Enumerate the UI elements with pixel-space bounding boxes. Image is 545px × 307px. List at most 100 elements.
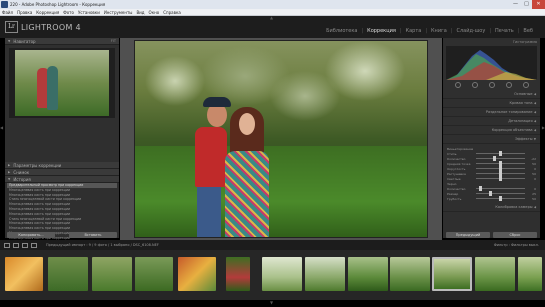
slider-knob[interactable] [479,186,483,191]
slider-knob[interactable] [489,191,493,196]
main-photo[interactable] [134,40,428,238]
slider-knob[interactable] [499,196,502,201]
slider-value[interactable]: 50 [528,197,536,201]
panel-camera-calibration[interactable]: Калибровка камеры ◀ [443,203,540,212]
panel-basic[interactable]: Основные ◀ [443,90,540,99]
history-title: История [13,176,31,182]
paste-button[interactable]: Вставить [69,232,117,238]
slider-value[interactable]: 0 [528,167,536,171]
filter-label: Фильтр : Фильтры выкл. [493,243,539,247]
close-button[interactable]: ✕ [532,0,545,9]
menu-tools[interactable]: Инструменты [104,10,133,15]
slider-track[interactable] [476,176,525,181]
filmstrip-thumbnail[interactable] [135,257,173,291]
slider-value[interactable]: 50 [528,162,536,166]
filmstrip-thumbnail[interactable] [348,257,388,291]
window-titlebar: 220 - Adobe Photoshop Lightroom - Коррек… [0,0,545,9]
second-window-icon[interactable] [4,242,10,248]
reset-button[interactable]: Сброс [493,232,537,238]
menu-settings[interactable]: Установки [78,10,100,15]
snapshots-header[interactable]: ▶ Снимок [5,169,119,176]
menu-develop[interactable]: Коррекция [36,10,59,15]
filmstrip-thumbnail[interactable] [475,257,515,291]
filmstrip-thumbnail[interactable] [226,257,250,291]
forward-arrow-icon[interactable] [31,242,37,248]
panel-tone-curve[interactable]: Кривая тона ◀ [443,99,540,108]
collapse-left-panel-icon[interactable]: ◀ [0,125,3,130]
module-print[interactable]: Печать [495,28,514,34]
filmstrip-thumbnail[interactable] [178,257,216,291]
filmstrip-thumbnail[interactable] [92,257,132,291]
top-panel: ▲ Lr LIGHTROOM 4 Библиотека | Коррекция … [0,16,545,38]
maximize-button[interactable]: □ [521,0,532,9]
slider-value[interactable]: 0 [528,177,536,181]
crop-tool-icon[interactable] [454,82,461,88]
slider-track[interactable] [476,171,525,176]
menu-file[interactable]: Файл [2,10,13,15]
slider-knob[interactable] [499,151,502,156]
module-library[interactable]: Библиотека [326,28,357,34]
slider-value[interactable]: 50 [528,172,536,176]
module-web[interactable]: Веб [523,28,533,34]
slider-knob[interactable] [499,176,502,181]
filmstrip-thumbnail[interactable] [262,257,302,291]
slider-value[interactable]: 25 [528,192,536,196]
slider-track[interactable] [476,166,525,171]
menu-view[interactable]: Вид [136,10,144,15]
module-map[interactable]: Карта [406,28,422,34]
slider-label: Средняя точка [447,161,471,166]
histogram-header[interactable]: Гистограмма [443,38,540,45]
back-arrow-icon[interactable] [22,242,28,248]
slider-track[interactable] [476,186,525,191]
triangle-left-icon: ◀ [533,119,536,123]
spot-removal-icon[interactable] [471,82,478,88]
navigator-header[interactable]: ▼ Навигатор FIT [5,38,119,45]
filmstrip-thumbnail[interactable] [518,257,542,291]
slider-knob[interactable] [493,156,497,161]
filmstrip-thumbnail[interactable] [48,257,88,291]
module-book[interactable]: Книга [431,28,447,34]
slider-track[interactable] [476,156,525,161]
copy-button[interactable]: Копировать... [7,232,55,238]
previous-button[interactable]: Предыдущий [446,232,490,238]
adjustment-brush-icon[interactable] [522,82,529,88]
panel-detail[interactable]: Детализация ◀ [443,117,540,126]
collapse-filmstrip-icon[interactable]: ▼ [270,300,273,305]
slider-value[interactable]: -22 [528,157,536,161]
slider-value[interactable]: 0 [528,187,536,191]
filmstrip-source-info[interactable]: Предыдущий импорт : 9 / 9 фото / 1 выбра… [46,243,159,247]
grid-view-icon[interactable] [13,242,19,248]
slider-track[interactable] [476,161,525,166]
graduated-filter-icon[interactable] [505,82,512,88]
filmstrip-thumbnail[interactable] [432,257,472,291]
filmstrip-thumbnail[interactable] [390,257,430,291]
slider-track[interactable] [476,191,525,196]
panel-lens-corrections[interactable]: Коррекция объектива ◀ [443,126,540,135]
histogram[interactable] [446,46,537,80]
slider-label: Светлые [447,176,461,181]
module-slideshow[interactable]: Слайд-шоу [456,28,485,34]
filter-dropdown[interactable]: Фильтры выкл. [511,243,539,247]
panel-effects[interactable]: Эффекты ▼ [443,135,540,144]
slider-track[interactable] [476,151,525,156]
left-panel: ▼ Навигатор FIT ▶ Параметры коррекции ▶ … [5,38,119,269]
filmstrip-thumbnail[interactable] [5,257,43,291]
filmstrip-thumbnail[interactable] [305,257,345,291]
navigator-zoom-modes[interactable]: FIT [111,39,116,43]
minimize-button[interactable]: — [510,0,521,9]
menu-window[interactable]: Окно [149,10,160,15]
slider-track[interactable] [476,196,525,201]
red-eye-icon[interactable] [488,82,495,88]
history-header[interactable]: ▼ История [5,176,119,183]
navigator-preview[interactable] [9,48,115,118]
slider-label: Грубость [447,196,462,201]
presets-header[interactable]: ▶ Параметры коррекции [5,162,119,169]
triangle-down-icon: ▼ [8,39,11,43]
collapse-top-panel-icon[interactable]: ▲ [270,16,273,20]
menu-edit[interactable]: Правка [17,10,32,15]
right-panel: Гистограмма Основные ◀ Кривая тона ◀ Раз… [443,38,540,238]
menu-help[interactable]: Справка [163,10,181,15]
panel-split-toning[interactable]: Раздельное тонирование ◀ [443,108,540,117]
menu-photo[interactable]: Фото [63,10,74,15]
module-develop[interactable]: Коррекция [367,28,396,34]
